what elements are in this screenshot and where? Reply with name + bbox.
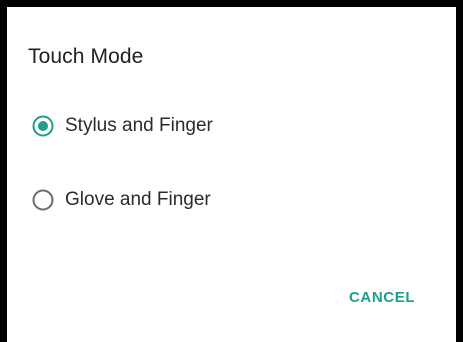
cancel-button[interactable]: CANCEL [349, 289, 415, 306]
radio-unselected-icon[interactable] [32, 189, 54, 211]
radio-selected-icon[interactable] [32, 115, 54, 137]
touch-mode-dialog: Touch Mode Stylus and Finger Glove and F… [7, 7, 456, 342]
option-label: Stylus and Finger [65, 115, 213, 136]
option-stylus-and-finger[interactable]: Stylus and Finger [32, 108, 213, 144]
option-label: Glove and Finger [65, 189, 211, 210]
option-glove-and-finger[interactable]: Glove and Finger [32, 182, 211, 218]
dialog-title: Touch Mode [28, 45, 144, 68]
